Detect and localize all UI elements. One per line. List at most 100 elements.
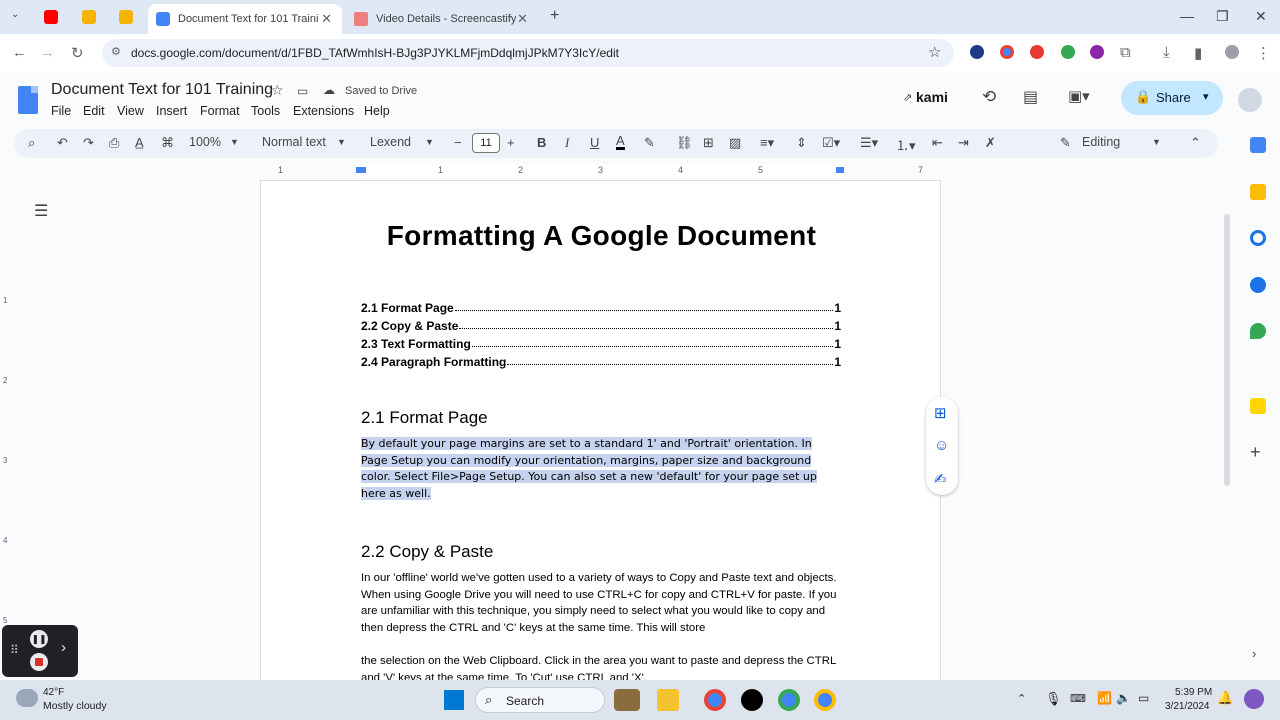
paragraph-style-select[interactable]: Normal text: [262, 135, 326, 149]
clock-date[interactable]: 3/21/2024: [1165, 701, 1210, 712]
keep-icon[interactable]: [1250, 184, 1266, 200]
reload-icon[interactable]: ↻: [71, 44, 84, 62]
tab-search-chevron-icon[interactable]: ⌄: [11, 9, 19, 20]
calendar-icon[interactable]: [1250, 137, 1266, 153]
section-heading-format-page[interactable]: 2.1 Format Page: [361, 408, 488, 428]
section-heading-copy-paste[interactable]: 2.2 Copy & Paste: [361, 542, 493, 562]
x-app-icon[interactable]: [741, 689, 763, 711]
menu-help[interactable]: Help: [364, 104, 390, 118]
copilot-icon[interactable]: [1244, 689, 1264, 709]
extensions-puzzle-icon[interactable]: ⧉: [1120, 44, 1131, 61]
underline-button[interactable]: U: [590, 135, 599, 150]
kami-button[interactable]: kami: [916, 89, 948, 105]
document-outline-icon[interactable]: ☰: [34, 201, 48, 221]
show-hidden-icons-icon[interactable]: ⌃: [1017, 692, 1026, 705]
forward-icon[interactable]: →: [40, 44, 55, 61]
bulleted-list-icon[interactable]: ☰▾: [860, 135, 878, 151]
menu-edit[interactable]: Edit: [83, 104, 105, 118]
chrome-profile-2-icon[interactable]: [814, 689, 836, 711]
italic-button[interactable]: I: [565, 135, 569, 151]
docs-logo-icon[interactable]: [18, 86, 38, 114]
align-icon[interactable]: ≡▾: [760, 135, 774, 151]
site-info-icon[interactable]: ⚙: [111, 45, 121, 58]
text-color-button[interactable]: A: [616, 134, 625, 150]
undo-icon[interactable]: ↶: [57, 135, 68, 151]
menu-format[interactable]: Format: [200, 104, 240, 118]
widgets-icon[interactable]: [614, 689, 640, 711]
keyboard-icon[interactable]: ⌨: [1070, 692, 1086, 705]
stop-recording-icon[interactable]: [30, 653, 48, 671]
toc-entry[interactable]: 2.2 Copy & Paste 1: [361, 319, 841, 333]
right-indent-marker[interactable]: [836, 167, 844, 173]
redo-icon[interactable]: ↷: [83, 135, 94, 151]
extension-off-icon[interactable]: [1061, 45, 1075, 59]
document-title[interactable]: Document Text for 101 Training: [51, 81, 273, 99]
share-dropdown-icon[interactable]: ▾: [1203, 90, 1209, 103]
style-dropdown-icon[interactable]: ▼: [337, 137, 346, 147]
menu-view[interactable]: View: [117, 104, 144, 118]
increase-font-size-button[interactable]: +: [507, 135, 515, 150]
clear-formatting-icon[interactable]: ✗: [985, 135, 996, 151]
bookmark-star-icon[interactable]: ☆: [928, 43, 941, 61]
weather-description[interactable]: Mostly cloudy: [43, 700, 107, 712]
decrease-font-size-button[interactable]: −: [454, 135, 462, 150]
menu-file[interactable]: File: [51, 104, 71, 118]
drag-handle-icon[interactable]: ⠿: [10, 643, 19, 657]
weather-temperature[interactable]: 42°F: [43, 687, 64, 698]
share-button[interactable]: 🔒 Share ▾: [1121, 81, 1223, 115]
close-tab-icon[interactable]: ✕: [321, 11, 332, 27]
font-dropdown-icon[interactable]: ▼: [425, 137, 434, 147]
slides-tab-icon[interactable]: [82, 10, 96, 24]
document-page[interactable]: Formatting A Google Document 2.1 Format …: [260, 180, 942, 684]
youtube-tab-icon[interactable]: [44, 10, 58, 24]
download-icon[interactable]: ⤓: [1163, 44, 1170, 61]
insert-image-icon[interactable]: ▨: [729, 135, 741, 151]
version-history-icon[interactable]: ⟲: [982, 87, 996, 107]
left-indent-marker[interactable]: [356, 167, 366, 173]
expand-chevron-icon[interactable]: ›: [61, 639, 66, 656]
tasks-icon[interactable]: [1250, 230, 1266, 246]
chrome-menu-icon[interactable]: ⋮: [1256, 44, 1271, 62]
taskbar-search[interactable]: ⌕ Search: [475, 687, 605, 713]
extension-kami-icon[interactable]: [1090, 45, 1104, 59]
print-icon[interactable]: ⎙: [109, 135, 119, 151]
notifications-bell-icon[interactable]: 🔔: [1217, 690, 1233, 706]
get-addons-plus-icon[interactable]: +: [1250, 442, 1261, 463]
increase-indent-icon[interactable]: ⇥: [958, 135, 969, 151]
clock-time[interactable]: 5:39 PM: [1175, 687, 1212, 698]
zoom-select[interactable]: 100%: [189, 135, 221, 149]
comments-icon[interactable]: ▤: [1023, 87, 1038, 107]
bold-button[interactable]: B: [537, 135, 546, 150]
restore-icon[interactable]: ❐: [1216, 8, 1229, 25]
move-folder-icon[interactable]: ▭: [297, 84, 308, 98]
paragraph-copy-paste[interactable]: In our 'offline' world we've gotten used…: [361, 570, 841, 636]
checklist-icon[interactable]: ☑▾: [822, 135, 840, 151]
battery-icon[interactable]: ▭: [1138, 691, 1149, 705]
miro-icon[interactable]: [1250, 398, 1266, 414]
windows-start-icon[interactable]: [444, 690, 464, 710]
spellcheck-icon[interactable]: A̲: [135, 135, 144, 150]
extension-cloud-icon[interactable]: [970, 45, 984, 59]
highlight-color-icon[interactable]: ✎: [644, 135, 655, 151]
numbered-list-icon[interactable]: ⒈▾: [896, 135, 916, 154]
star-icon[interactable]: ☆: [271, 82, 284, 99]
contacts-icon[interactable]: [1250, 277, 1266, 293]
hide-menus-chevron-icon[interactable]: ⌃: [1190, 135, 1201, 151]
line-spacing-icon[interactable]: ⇕: [796, 135, 807, 151]
add-comment-icon[interactable]: ⊞: [934, 404, 947, 422]
wifi-icon[interactable]: 📶: [1097, 691, 1112, 705]
vertical-scrollbar[interactable]: [1224, 214, 1230, 486]
document-heading[interactable]: Formatting A Google Document: [261, 220, 942, 252]
toc-entry[interactable]: 2.4 Paragraph Formatting 1: [361, 355, 841, 369]
font-size-input[interactable]: 11: [472, 133, 500, 153]
expand-panel-chevron-icon[interactable]: ›: [1252, 646, 1256, 661]
decrease-indent-icon[interactable]: ⇤: [932, 135, 943, 151]
add-comment-icon[interactable]: ⊞: [703, 135, 714, 151]
microphone-icon[interactable]: 🎙: [1045, 691, 1062, 707]
close-tab-icon[interactable]: ✕: [517, 11, 528, 27]
suggest-edits-icon[interactable]: ✍: [934, 470, 947, 488]
address-bar[interactable]: ⚙ docs.google.com/document/d/1FBD_TAfWmh…: [102, 39, 954, 67]
paint-format-icon[interactable]: ⌘: [161, 135, 174, 151]
horizontal-ruler[interactable]: 1 1 2 3 4 5 7: [260, 164, 940, 179]
close-window-icon[interactable]: ✕: [1255, 8, 1267, 25]
